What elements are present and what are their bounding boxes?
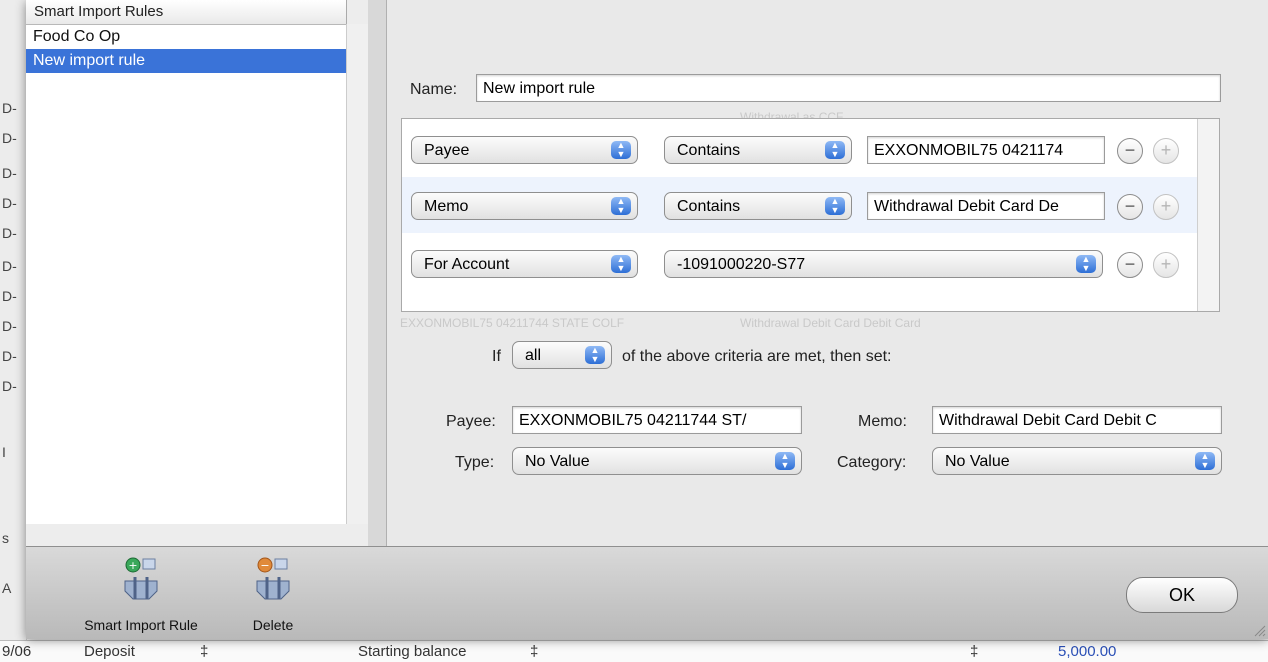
- svg-text:+: +: [128, 559, 137, 572]
- add-rule-icon: +: [119, 555, 163, 603]
- category-label: Category:: [837, 454, 907, 471]
- bg-row-amount: 5,000.00: [1058, 643, 1117, 660]
- ok-button[interactable]: OK: [1126, 577, 1238, 613]
- criterion-2-value-field[interactable]: Withdrawal Debit Card De: [867, 192, 1105, 220]
- popup-arrows-icon: ▲ ▼: [1076, 255, 1096, 273]
- resize-grip-icon[interactable]: [1252, 623, 1266, 637]
- criterion-3-account-popup[interactable]: -1091000220-S77 ▲ ▼: [664, 250, 1103, 278]
- svg-text:−: −: [260, 559, 269, 572]
- set-category-popup[interactable]: No Value ▲ ▼: [932, 447, 1222, 475]
- criterion-3-add-icon[interactable]: +: [1153, 252, 1179, 278]
- match-mode-label: all: [525, 347, 542, 364]
- popup-arrows-icon: ▲ ▼: [825, 141, 845, 159]
- rules-list-header: Smart Import Rules: [26, 0, 346, 25]
- criterion-2-operator-label: Contains: [677, 198, 741, 215]
- criterion-1-field-label: Payee: [424, 142, 470, 159]
- criterion-1-operator-popup[interactable]: Contains ▲ ▼: [664, 136, 852, 164]
- background-register-edge: D- D- D- D- D- D- D- D- D- D- Is A: [0, 0, 27, 661]
- criteria-scrollbar[interactable]: [1197, 119, 1219, 311]
- match-mode-popup[interactable]: all ▲ ▼: [512, 341, 612, 369]
- rule-item-new-import-rule[interactable]: New import rule: [26, 49, 346, 73]
- popup-arrows-icon: ▲ ▼: [825, 197, 845, 215]
- criterion-2-field-popup[interactable]: Memo ▲ ▼: [411, 192, 638, 220]
- criterion-3-field-label: For Account: [424, 256, 510, 273]
- popup-arrows-icon: ▲ ▼: [775, 452, 795, 470]
- criterion-1-operator-label: Contains: [677, 142, 741, 159]
- split-divider[interactable]: [368, 0, 387, 546]
- criterion-1-add-icon[interactable]: +: [1153, 138, 1179, 164]
- delete-rule-button[interactable]: − Delete: [238, 555, 308, 633]
- popup-arrows-icon: ▲ ▼: [611, 255, 631, 273]
- criterion-1-field-popup[interactable]: Payee ▲ ▼: [411, 136, 638, 164]
- criterion-3-field-popup[interactable]: For Account ▲ ▼: [411, 250, 638, 278]
- rules-list: Smart Import Rules Food Co Op New import…: [26, 0, 347, 524]
- popup-arrows-icon: ▲ ▼: [1195, 452, 1215, 470]
- bg-row-type: Deposit: [84, 643, 135, 660]
- set-category-value: No Value: [945, 453, 1010, 470]
- criterion-1-remove-icon[interactable]: −: [1117, 138, 1143, 164]
- criterion-1-value-field[interactable]: EXXONMOBIL75 0421174: [867, 136, 1105, 164]
- set-type-popup[interactable]: No Value ▲ ▼: [512, 447, 802, 475]
- add-rule-label: Smart Import Rule: [84, 617, 198, 633]
- criterion-2-field-label: Memo: [424, 198, 469, 215]
- popup-arrows-icon: ▲ ▼: [611, 197, 631, 215]
- set-memo-field[interactable]: Withdrawal Debit Card Debit C: [932, 406, 1222, 434]
- sheet-bottom-bar: + Smart Import Rule − Delete OK: [26, 546, 1268, 639]
- if-label: If: [492, 348, 501, 365]
- criterion-2-operator-popup[interactable]: Contains ▲ ▼: [664, 192, 852, 220]
- type-label: Type:: [455, 454, 495, 471]
- criterion-2-add-icon[interactable]: +: [1153, 194, 1179, 220]
- rule-item-food-co-op[interactable]: Food Co Op: [26, 25, 346, 49]
- criterion-2-remove-icon[interactable]: −: [1117, 194, 1143, 220]
- delete-rule-icon: −: [251, 555, 295, 603]
- popup-arrows-icon: ▲ ▼: [585, 346, 605, 364]
- match-suffix-text: of the above criteria are met, then set:: [622, 348, 892, 365]
- criterion-3-account-label: -1091000220-S77: [677, 256, 806, 273]
- ghost-text: Withdrawal Debit Card Debit Card: [740, 316, 921, 330]
- criterion-3-remove-icon[interactable]: −: [1117, 252, 1143, 278]
- add-smart-import-rule-button[interactable]: + Smart Import Rule: [56, 555, 226, 633]
- delete-rule-label: Delete: [252, 617, 294, 633]
- rules-list-scrollbar[interactable]: [346, 24, 369, 524]
- name-label: Name:: [410, 81, 458, 98]
- bg-row-description: Starting balance: [358, 643, 467, 660]
- background-register-row: 9/06 Deposit ‡ Starting balance ‡ ‡ 5,00…: [0, 640, 1268, 662]
- set-payee-field[interactable]: EXXONMOBIL75 04211744 ST/: [512, 406, 802, 434]
- rule-name-field[interactable]: New import rule: [476, 74, 1221, 102]
- set-type-value: No Value: [525, 453, 590, 470]
- bg-row-date: 9/06: [2, 643, 32, 660]
- payee-label: Payee:: [446, 413, 496, 430]
- popup-arrows-icon: ▲ ▼: [611, 141, 631, 159]
- memo-label: Memo:: [858, 413, 907, 430]
- ghost-text: EXXONMOBIL75 04211744 STATE COLF: [400, 316, 625, 330]
